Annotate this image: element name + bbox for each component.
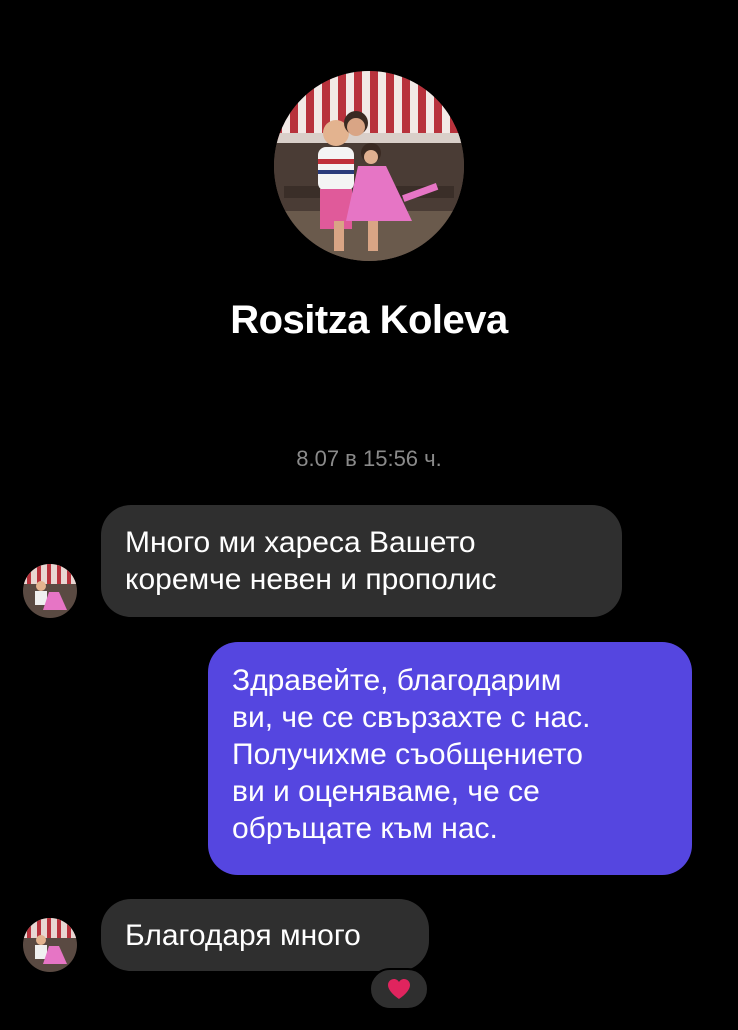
sender-photo-image bbox=[23, 564, 77, 618]
message-text-line: ви, че се свързахте с нас. bbox=[232, 701, 591, 734]
profile-photo-image bbox=[274, 71, 464, 261]
message-text-line: Получихме съобщението bbox=[232, 738, 583, 771]
message-text-line: Благодаря много bbox=[125, 919, 361, 952]
outgoing-message-bubble[interactable]: Здравейте, благодарим ви, че се свързахт… bbox=[208, 642, 692, 875]
sender-photo-image bbox=[23, 918, 77, 972]
sender-avatar[interactable] bbox=[23, 918, 77, 972]
sender-avatar[interactable] bbox=[23, 564, 77, 618]
heart-icon bbox=[388, 979, 410, 999]
contact-name[interactable]: Rositza Koleva bbox=[0, 298, 738, 343]
message-text-line: Здравейте, благодарим bbox=[232, 664, 562, 697]
message-text-line: Много ми хареса Вашето bbox=[125, 526, 476, 559]
message-timestamp: 8.07 в 15:56 ч. bbox=[296, 446, 442, 471]
message-text-line: коремче невен и прополис bbox=[125, 563, 497, 596]
message-text-line: ви и оценяваме, че се bbox=[232, 775, 540, 808]
incoming-message-bubble[interactable]: Много ми хареса Вашето коремче невен и п… bbox=[101, 505, 622, 617]
incoming-message-bubble[interactable]: Благодаря много bbox=[101, 899, 429, 971]
profile-avatar[interactable] bbox=[274, 71, 464, 261]
message-text-line: обръщате към нас. bbox=[232, 812, 498, 845]
message-reaction[interactable] bbox=[369, 968, 429, 1010]
